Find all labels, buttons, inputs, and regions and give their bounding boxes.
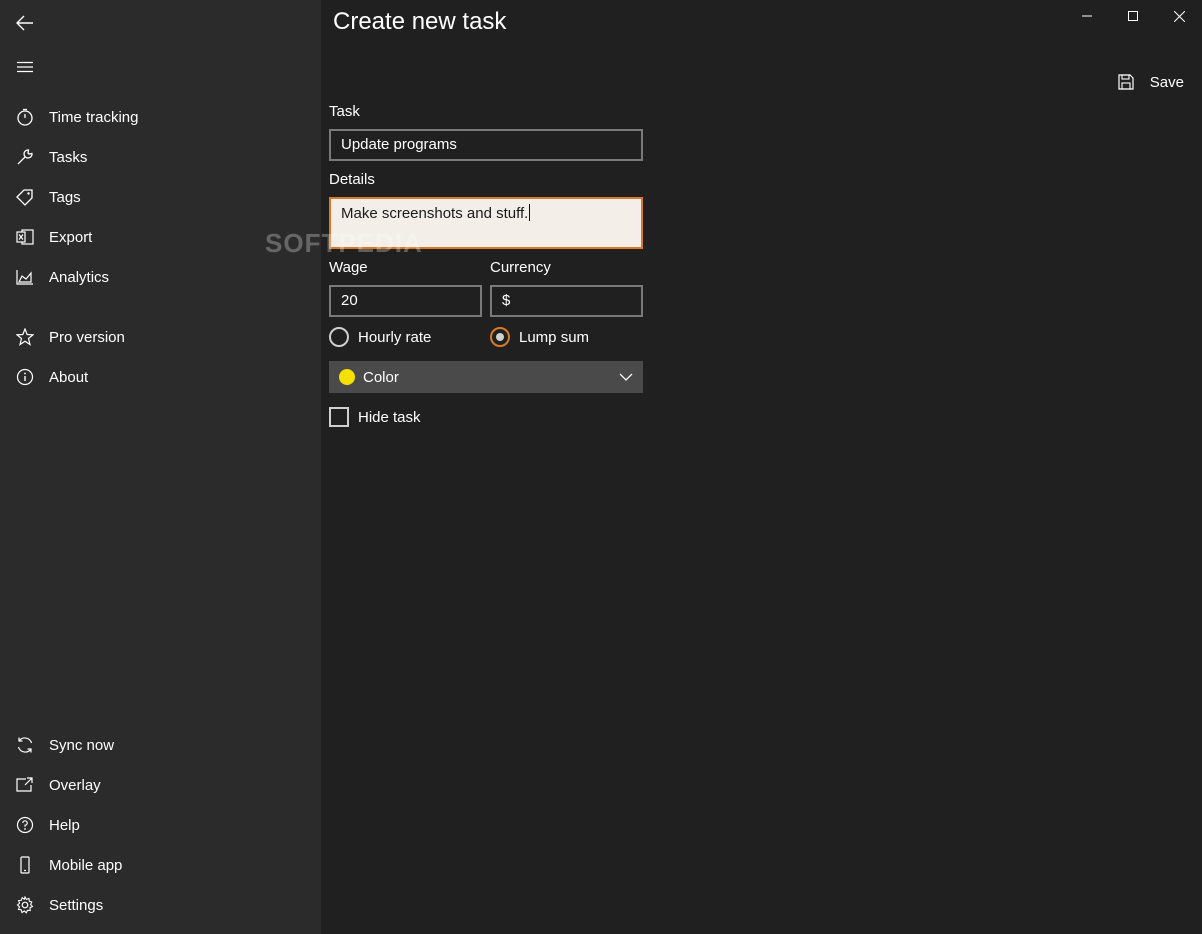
overlay-icon [15,775,35,795]
sidebar-item-label: Pro version [49,328,125,346]
sidebar-item-tasks[interactable]: Tasks [0,137,321,177]
hamburger-menu-button[interactable] [1,47,49,87]
lump-sum-label: Lump sum [519,328,590,346]
sidebar-item-label: Help [49,816,80,834]
details-input-value: Make screenshots and stuff. [341,205,529,222]
hide-task-label: Hide task [358,408,421,426]
phone-icon [15,855,35,875]
sidebar-item-label: Settings [49,896,104,914]
sidebar-item-tags[interactable]: Tags [0,177,321,217]
sidebar-item-pro-version[interactable]: Pro version [0,317,321,357]
hourly-rate-label: Hourly rate [358,328,432,346]
sidebar-item-time-tracking[interactable]: Time tracking [0,97,321,137]
help-icon [15,815,35,835]
sidebar-item-label: Overlay [49,776,101,794]
watermark: SOFTPEDIA [265,228,423,258]
hide-task-checkbox[interactable]: Hide task [329,407,421,427]
radio-circle [329,327,349,347]
currency-label: Currency [490,259,551,276]
sidebar-item-help[interactable]: Help [0,805,321,845]
sidebar-item-label: Tasks [49,148,88,166]
currency-input[interactable]: $ [490,285,643,317]
sidebar-item-overlay[interactable]: Overlay [0,765,321,805]
hamburger-icon [17,61,33,73]
radio-circle [490,327,510,347]
chevron-down-icon [619,373,633,381]
back-button[interactable] [1,3,49,43]
minimize-button[interactable] [1064,0,1110,32]
sync-icon [15,735,35,755]
excel-icon [15,227,35,247]
sidebar-item-label: Export [49,228,93,246]
save-icon [1118,74,1134,90]
close-icon [1173,10,1185,22]
wage-input[interactable]: 20 [329,285,482,317]
task-input-value: Update programs [341,136,457,153]
stopwatch-icon [15,107,35,127]
tag-icon [15,187,35,207]
page-title: Create new task [333,8,507,35]
sidebar-item-label: About [49,368,89,386]
gear-icon [15,895,35,915]
task-label: Task [329,103,360,120]
sidebar-item-label: Mobile app [49,856,123,874]
text-caret [529,204,531,221]
color-dropdown-label: Color [363,368,399,386]
sidebar-item-label: Time tracking [49,108,139,126]
color-dropdown[interactable]: Color [329,361,643,393]
sidebar-item-label: Sync now [49,736,115,754]
wage-input-value: 20 [341,292,358,309]
wrench-icon [15,147,35,167]
wage-label: Wage [329,259,368,276]
maximize-button[interactable] [1110,0,1156,32]
currency-input-value: $ [502,292,511,309]
sidebar-item-label: Tags [49,188,81,206]
sidebar-item-label: Analytics [49,268,110,286]
back-arrow-icon [16,15,34,31]
sidebar-item-settings[interactable]: Settings [0,885,321,925]
details-label: Details [329,171,375,188]
area-chart-icon [15,267,35,287]
lump-sum-radio[interactable]: Lump sum [490,327,589,347]
star-icon [15,327,35,347]
hourly-rate-radio[interactable]: Hourly rate [329,327,431,347]
checkbox-box [329,407,349,427]
info-icon [15,367,35,387]
main-content: Create new task Save Task Update program… [265,0,1202,934]
sidebar: Time tracking Tasks Tags Export Analytic… [0,0,321,934]
sidebar-item-analytics[interactable]: Analytics [0,257,321,297]
maximize-icon [1128,11,1138,21]
sidebar-item-about[interactable]: About [0,357,321,397]
save-button[interactable]: Save [1118,70,1184,94]
color-swatch [339,369,355,385]
sidebar-item-sync-now[interactable]: Sync now [0,725,321,765]
close-button[interactable] [1156,0,1202,32]
minimize-icon [1082,11,1092,21]
save-label: Save [1149,73,1184,91]
radio-dot [496,333,504,341]
sidebar-item-mobile-app[interactable]: Mobile app [0,845,321,885]
task-input[interactable]: Update programs [329,129,643,161]
